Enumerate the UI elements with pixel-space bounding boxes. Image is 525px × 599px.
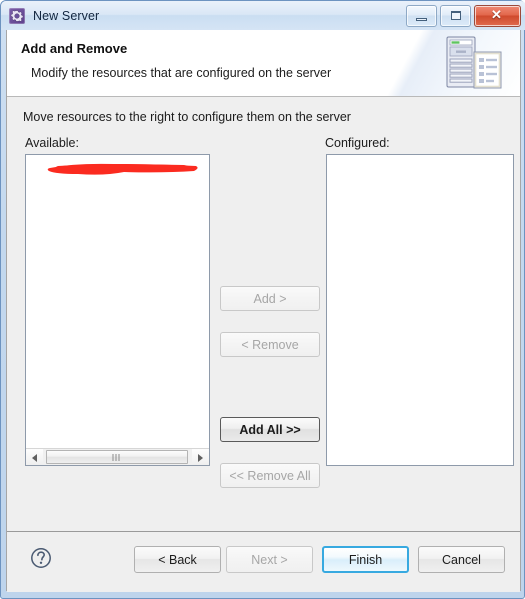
minimize-button[interactable]	[406, 5, 437, 27]
scroll-right-arrow-icon[interactable]	[192, 449, 209, 465]
configured-label: Configured:	[325, 136, 390, 150]
close-icon: ✕	[491, 7, 502, 22]
server-gear-icon	[9, 7, 25, 24]
new-server-dialog-window: New Server ✕ Add and Remove Modify the r…	[0, 0, 525, 599]
remove-all-button[interactable]: << Remove All	[220, 463, 320, 488]
available-horizontal-scrollbar[interactable]	[26, 448, 209, 465]
available-label: Available:	[25, 136, 79, 150]
next-button[interactable]: Next >	[226, 546, 313, 573]
cancel-button[interactable]: Cancel	[418, 546, 505, 573]
scrollbar-grip-icon	[112, 454, 122, 461]
wizard-body: Move resources to the right to configure…	[7, 97, 520, 531]
page-subtitle: Modify the resources that are configured…	[31, 66, 332, 80]
remove-button[interactable]: < Remove	[220, 332, 320, 357]
dialog-footer: < Back Next > Finish Cancel	[7, 531, 520, 592]
instruction-text: Move resources to the right to configure…	[23, 110, 351, 124]
maximize-icon	[451, 11, 461, 20]
scroll-left-arrow-icon[interactable]	[26, 449, 43, 465]
help-question-icon[interactable]	[30, 547, 52, 569]
redaction-scribble	[47, 163, 198, 175]
minimize-icon	[416, 18, 427, 21]
maximize-button[interactable]	[440, 5, 471, 27]
dialog-client-area: Add and Remove Modify the resources that…	[6, 30, 521, 592]
close-button[interactable]: ✕	[474, 5, 521, 27]
title-bar[interactable]: New Server ✕	[1, 1, 525, 30]
configured-list[interactable]	[326, 154, 514, 466]
page-title: Add and Remove	[21, 41, 128, 56]
window-controls: ✕	[406, 5, 521, 27]
available-list[interactable]	[25, 154, 210, 466]
window-title: New Server	[33, 8, 100, 23]
add-all-button[interactable]: Add All >>	[220, 417, 320, 442]
server-document-icon	[446, 36, 502, 89]
finish-button[interactable]: Finish	[322, 546, 409, 573]
back-button[interactable]: < Back	[134, 546, 221, 573]
scrollbar-thumb[interactable]	[46, 450, 188, 464]
wizard-header: Add and Remove Modify the resources that…	[7, 30, 520, 97]
add-button[interactable]: Add >	[220, 286, 320, 311]
